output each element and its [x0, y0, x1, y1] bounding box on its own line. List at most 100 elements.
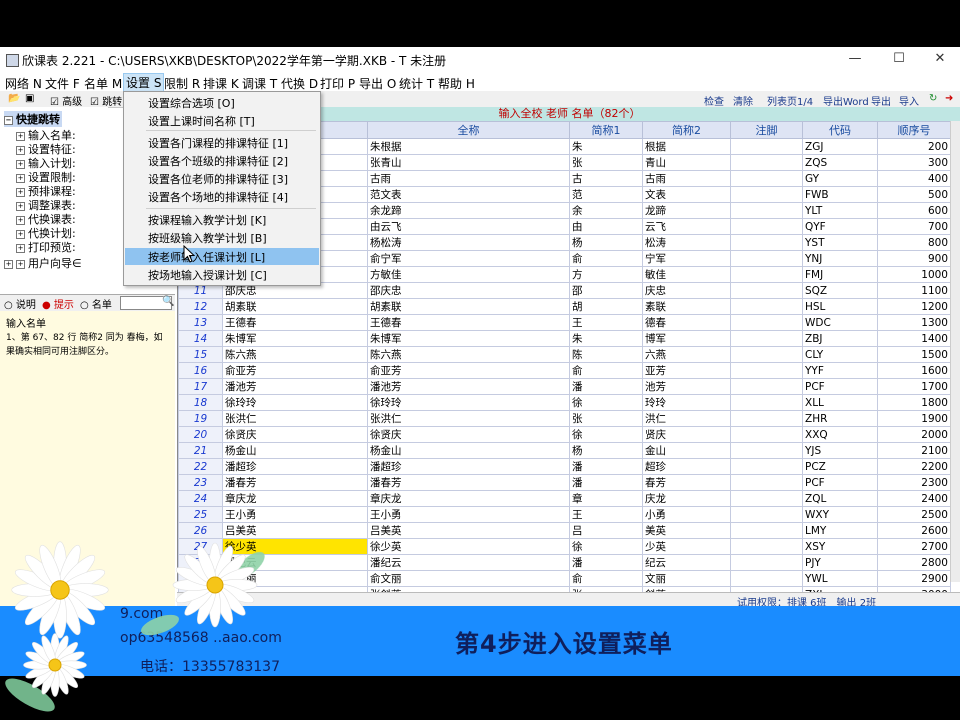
row-fullname-cell[interactable]: 章庆龙 [367, 490, 570, 507]
menu-item-venue-features[interactable]: 设置各个场地的排课特征 [4] [148, 189, 288, 205]
row-order-cell[interactable]: 1700 [877, 378, 951, 395]
table-row[interactable]: 27徐少英徐少英徐少英XSY2700 [178, 538, 951, 555]
export-button[interactable]: 导出 [871, 93, 891, 108]
row-code-cell[interactable]: CLY [802, 346, 878, 363]
row-order-cell[interactable]: 200 [877, 138, 951, 155]
tab-roster[interactable]: ○ 名单 [80, 296, 112, 311]
menu-help[interactable]: 帮助 H [438, 75, 475, 92]
row-fullname-cell[interactable]: 俞宁军 [367, 250, 570, 267]
row-order-cell[interactable]: 2900 [877, 570, 951, 587]
row-short2-cell[interactable]: 龙蹄 [642, 202, 731, 219]
row-order-cell[interactable]: 800 [877, 234, 951, 251]
row-short1-cell[interactable]: 邵 [569, 282, 643, 299]
row-short2-cell[interactable]: 文丽 [642, 570, 731, 587]
menu-item-plan-by-course[interactable]: 按课程输入教学计划 [K] [148, 212, 266, 228]
row-fullname-cell[interactable]: 潘纪云 [367, 554, 570, 571]
row-name-cell[interactable]: 潘春芳 [222, 474, 368, 491]
row-note-cell[interactable] [730, 570, 803, 587]
row-short1-cell[interactable]: 吕 [569, 522, 643, 539]
row-name-cell[interactable]: 朱博军 [222, 330, 368, 347]
menu-substitute[interactable]: 代换 D [281, 75, 318, 92]
row-code-cell[interactable]: LMY [802, 522, 878, 539]
row-fullname-cell[interactable]: 潘春芳 [367, 474, 570, 491]
row-fullname-cell[interactable]: 张洪仁 [367, 410, 570, 427]
col-short1-header[interactable]: 简称1 [569, 121, 643, 139]
table-row[interactable]: 12 胡素联 胡素联胡素联 HSL 1200 [178, 298, 951, 315]
table-row[interactable]: 20 徐贤庆 徐贤庆徐贤庆 XXQ 2000 [178, 426, 951, 443]
row-fullname-cell[interactable]: 俞亚芳 [367, 362, 570, 379]
row-note-cell[interactable] [730, 250, 803, 267]
row-short2-cell[interactable]: 庆龙 [642, 490, 731, 507]
jump-checkbox[interactable]: ☑ 跳转 [90, 93, 122, 108]
row-order-cell[interactable]: 700 [877, 218, 951, 235]
menu-item-class-features[interactable]: 设置各个班级的排课特征 [2] [148, 153, 288, 169]
row-short1-cell[interactable]: 张 [569, 410, 643, 427]
row-name-cell[interactable]: 杨金山 [222, 442, 368, 459]
table-row[interactable]: 24 章庆龙 章庆龙章庆龙 ZQL 2400 [178, 490, 951, 507]
row-order-cell[interactable]: 1600 [877, 362, 951, 379]
row-index-cell[interactable]: 23 [178, 474, 223, 491]
row-order-cell[interactable]: 1100 [877, 282, 951, 299]
row-code-cell[interactable]: YNJ [802, 250, 878, 267]
row-order-cell[interactable]: 2100 [877, 442, 951, 459]
row-note-cell[interactable] [730, 202, 803, 219]
row-name-cell[interactable]: 王德春 [222, 314, 368, 331]
row-fullname-cell[interactable]: 朱博军 [367, 330, 570, 347]
menu-roster[interactable]: 名单 M [84, 75, 122, 92]
row-note-cell[interactable] [730, 538, 803, 555]
row-short1-cell[interactable]: 胡 [569, 298, 643, 315]
menu-item-period-names[interactable]: 设置上课时间名称 [T] [148, 113, 255, 129]
menu-item-plan-by-venue[interactable]: 按场地输入授课计划 [C] [148, 267, 267, 283]
row-short2-cell[interactable]: 贤庆 [642, 426, 731, 443]
row-code-cell[interactable]: HSL [802, 298, 878, 315]
row-order-cell[interactable]: 1400 [877, 330, 951, 347]
row-short2-cell[interactable]: 根据 [642, 138, 731, 155]
table-row[interactable]: 19 张洪仁 张洪仁张洪仁 ZHR 1900 [178, 410, 951, 427]
row-order-cell[interactable]: 2600 [877, 522, 951, 539]
row-note-cell[interactable] [730, 282, 803, 299]
row-code-cell[interactable]: YST [802, 234, 878, 251]
row-note-cell[interactable] [730, 474, 803, 491]
col-short2-header[interactable]: 简称2 [642, 121, 731, 139]
table-row[interactable]: 17 潘池芳 潘池芳潘池芳 PCF 1700 [178, 378, 951, 395]
row-code-cell[interactable]: PCF [802, 378, 878, 395]
row-short1-cell[interactable]: 潘 [569, 458, 643, 475]
row-note-cell[interactable] [730, 330, 803, 347]
row-order-cell[interactable]: 1500 [877, 346, 951, 363]
row-order-cell[interactable]: 400 [877, 170, 951, 187]
close-button[interactable]: ✕ [930, 51, 950, 69]
menu-limits[interactable]: 限制 R [164, 75, 200, 92]
row-short2-cell[interactable]: 春芳 [642, 474, 731, 491]
row-order-cell[interactable]: 1300 [877, 314, 951, 331]
row-short2-cell[interactable]: 青山 [642, 154, 731, 171]
export-word-button[interactable]: 导出Word [823, 93, 869, 108]
row-name-cell[interactable]: 胡素联 [222, 298, 368, 315]
table-row[interactable]: 18 徐玲玲 徐玲玲徐玲玲 XLL 1800 [178, 394, 951, 411]
table-row[interactable]: 13 王德春 王德春王德春 WDC 1300 [178, 314, 951, 331]
row-order-cell[interactable]: 1800 [877, 394, 951, 411]
row-order-cell[interactable]: 900 [877, 250, 951, 267]
row-short2-cell[interactable]: 亚芳 [642, 362, 731, 379]
row-short1-cell[interactable]: 张 [569, 154, 643, 171]
table-row[interactable]: 29俞文丽俞文丽俞文丽YWL2900 [178, 570, 951, 587]
menu-stats[interactable]: 统计 T [399, 75, 434, 92]
row-code-cell[interactable]: WXY [802, 506, 878, 523]
row-code-cell[interactable]: ZQS [802, 154, 878, 171]
menu-adjust[interactable]: 调课 T [242, 75, 277, 92]
row-fullname-cell[interactable]: 余龙蹄 [367, 202, 570, 219]
row-order-cell[interactable]: 600 [877, 202, 951, 219]
row-note-cell[interactable] [730, 458, 803, 475]
import-button[interactable]: 导入 [899, 93, 919, 108]
row-short1-cell[interactable]: 由 [569, 218, 643, 235]
row-index-cell[interactable]: 24 [178, 490, 223, 507]
row-short2-cell[interactable]: 博军 [642, 330, 731, 347]
row-short1-cell[interactable]: 俞 [569, 250, 643, 267]
row-note-cell[interactable] [730, 394, 803, 411]
row-fullname-cell[interactable]: 范文表 [367, 186, 570, 203]
row-fullname-cell[interactable]: 徐玲玲 [367, 394, 570, 411]
row-short1-cell[interactable]: 杨 [569, 234, 643, 251]
row-name-cell[interactable]: 陈六燕 [222, 346, 368, 363]
row-short1-cell[interactable]: 徐 [569, 394, 643, 411]
row-short1-cell[interactable]: 徐 [569, 538, 643, 555]
menu-item-course-features[interactable]: 设置各门课程的排课特征 [1] [148, 135, 288, 151]
